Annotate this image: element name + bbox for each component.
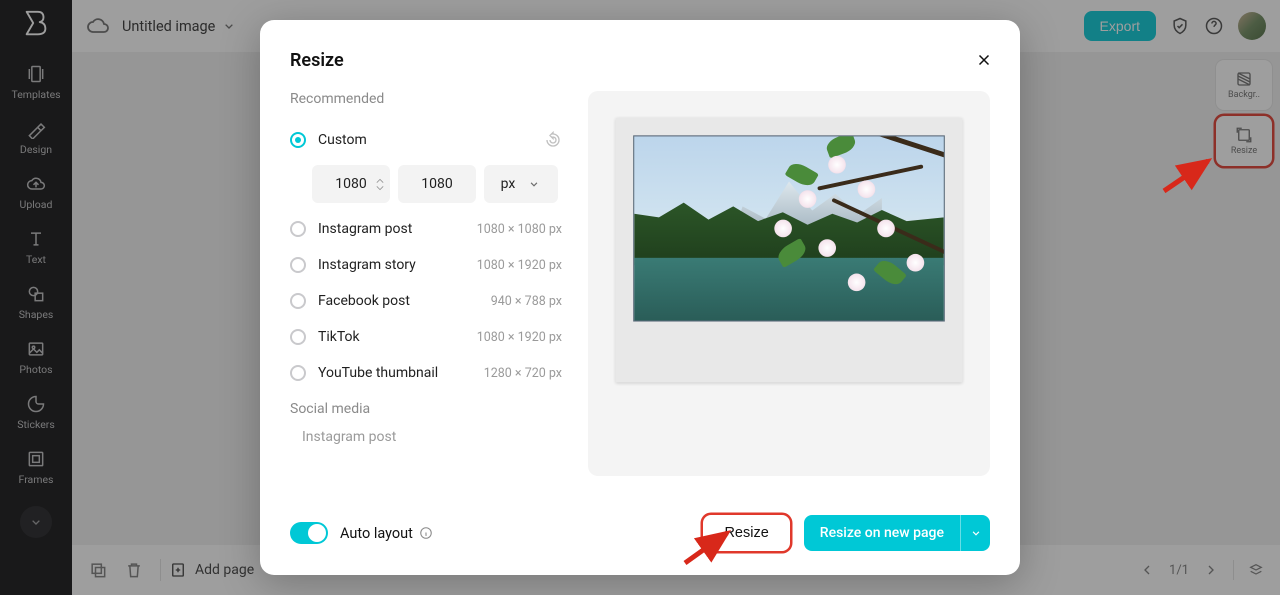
width-input[interactable]: 1080 — [312, 165, 390, 203]
close-button[interactable] — [970, 46, 998, 74]
option-dim: 1080 × 1920 px — [477, 258, 562, 273]
split-main[interactable]: Resize on new page — [804, 515, 960, 551]
recommended-label: Recommended — [290, 91, 562, 107]
option-label: Custom — [318, 132, 367, 148]
option-youtube-thumbnail[interactable]: YouTube thumbnail 1280 × 720 px — [290, 355, 562, 391]
spinner-icon[interactable] — [376, 178, 384, 191]
modal-title: Resize — [290, 50, 990, 71]
resize-button[interactable]: Resize — [703, 515, 789, 551]
social-item[interactable]: Instagram post — [290, 425, 562, 449]
option-dim: 940 × 788 px — [491, 294, 562, 309]
option-dim: 1280 × 720 px — [484, 366, 562, 381]
radio[interactable] — [290, 365, 306, 381]
option-tiktok[interactable]: TikTok 1080 × 1920 px — [290, 319, 562, 355]
option-label: YouTube thumbnail — [318, 365, 438, 381]
option-label: Instagram story — [318, 257, 416, 273]
info-icon[interactable] — [419, 526, 433, 540]
option-custom[interactable]: Custom — [290, 121, 562, 159]
radio[interactable] — [290, 221, 306, 237]
radio[interactable] — [290, 257, 306, 273]
unit-select[interactable]: px — [484, 165, 558, 203]
preview-image — [616, 118, 963, 383]
split-dropdown[interactable] — [960, 515, 990, 551]
option-facebook-post[interactable]: Facebook post 940 × 788 px — [290, 283, 562, 319]
resize-modal: Resize Recommended Custom 1080 — [260, 20, 1020, 575]
option-label: Instagram post — [318, 221, 412, 237]
auto-layout-toggle[interactable] — [290, 522, 328, 544]
option-instagram-story[interactable]: Instagram story 1080 × 1920 px — [290, 247, 562, 283]
auto-layout-label: Auto layout — [340, 525, 433, 542]
radio[interactable] — [290, 293, 306, 309]
option-label: TikTok — [318, 329, 360, 345]
close-icon — [975, 51, 993, 69]
social-label: Social media — [290, 401, 562, 417]
reset-icon[interactable] — [544, 131, 562, 149]
resize-new-page-button[interactable]: Resize on new page — [804, 515, 990, 551]
chevron-down-icon — [527, 177, 541, 191]
height-input[interactable]: 1080 — [398, 165, 476, 203]
radio-selected[interactable] — [290, 132, 306, 148]
preview-pane — [588, 91, 990, 476]
option-label: Facebook post — [318, 293, 410, 309]
radio[interactable] — [290, 329, 306, 345]
option-instagram-post[interactable]: Instagram post 1080 × 1080 px — [290, 211, 562, 247]
option-dim: 1080 × 1920 px — [477, 330, 562, 345]
option-dim: 1080 × 1080 px — [477, 222, 562, 237]
chevron-down-icon — [969, 526, 983, 540]
